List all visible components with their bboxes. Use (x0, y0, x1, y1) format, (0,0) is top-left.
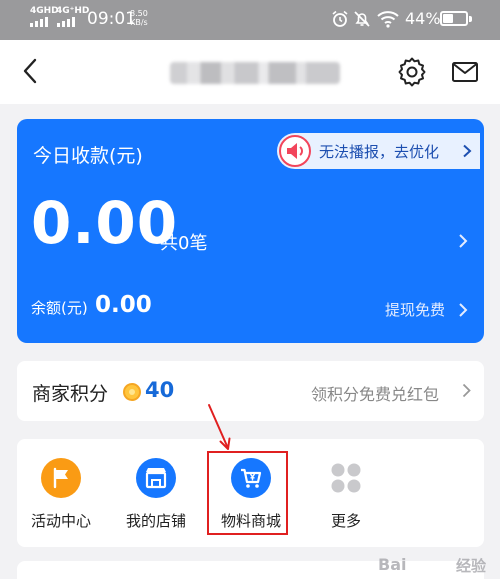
page-title-blurred (170, 62, 340, 84)
shortcut-more[interactable]: 更多 (302, 439, 390, 547)
annotation-arrow-icon (208, 404, 231, 450)
shortcut-my-store[interactable]: 我的店铺 (112, 439, 200, 547)
mail-icon[interactable] (451, 58, 479, 86)
network-speed: 8.50 KB/s (130, 9, 148, 27)
redeem-points-link[interactable]: 领积分免费兑红包 (311, 381, 439, 405)
shortcut-activity-center[interactable]: 活动中心 (17, 439, 105, 547)
back-icon[interactable] (16, 56, 46, 86)
status-bar: 4GHD 4G⁺HD 09:01 8.50 KB/s 44% (0, 0, 500, 40)
signal-icon-1 (30, 17, 48, 27)
flag-icon (41, 458, 81, 498)
battery-level (443, 14, 453, 23)
coin-icon (123, 383, 141, 401)
merchant-points-row[interactable]: 商家积分 40 领积分免费兑红包 (17, 361, 484, 421)
network-speed-value: 8.50 (130, 9, 148, 18)
shortcut-label: 活动中心 (30, 512, 91, 530)
store-icon (136, 458, 176, 498)
broadcast-optimize-banner[interactable]: 无法播报，去优化 (277, 133, 480, 169)
income-card[interactable]: 今日收款(元) 无法播报，去优化 0.00 共0笔 余额(元) 0.00 提现免… (17, 119, 484, 343)
watermark-sub: 经验 (456, 557, 487, 575)
shortcut-label: 更多 (330, 512, 361, 530)
chevron-right-icon[interactable] (457, 302, 469, 318)
battery-percent: 44% (405, 9, 441, 28)
network-type-1: 4GHD (30, 6, 59, 16)
shortcut-label: 我的店铺 (125, 512, 186, 530)
balance-label: 余额(元) (31, 299, 88, 317)
network-speed-unit: KB/s (130, 18, 148, 27)
merchant-points-value: 40 (145, 378, 175, 402)
network-type-2: 4G⁺HD (56, 6, 90, 16)
nav-bar (0, 40, 500, 104)
today-amount: 0.00 (31, 189, 179, 257)
withdraw-link[interactable]: 提现免费 (385, 299, 445, 320)
watermark-text: Bai (378, 555, 407, 574)
gear-icon[interactable] (397, 57, 427, 87)
watermark: Bai 经验 (378, 553, 494, 577)
transaction-count: 共0笔 (160, 233, 208, 254)
income-title: 今日收款(元) (33, 145, 143, 167)
wifi-icon (377, 11, 399, 28)
status-time: 09:01 (87, 9, 136, 29)
broadcast-optimize-text: 无法播报，去优化 (319, 143, 440, 161)
merchant-points-label: 商家积分 (32, 383, 109, 405)
more-grid-icon (326, 458, 366, 498)
balance-value: 0.00 (95, 292, 152, 318)
speaker-icon (279, 135, 311, 167)
chevron-right-icon (463, 144, 472, 158)
battery-icon (440, 11, 472, 26)
signal-icon-2 (57, 17, 75, 27)
chevron-right-icon[interactable] (457, 233, 469, 249)
alarm-icon (332, 10, 348, 27)
chevron-right-icon (462, 383, 471, 398)
annotation-highlight-box (207, 451, 288, 535)
mute-icon (354, 11, 370, 27)
